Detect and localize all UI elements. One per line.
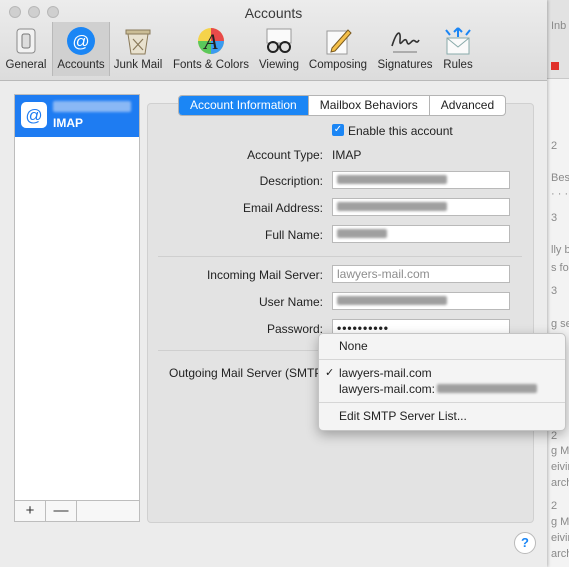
enable-account-label: Enable this account — [348, 124, 453, 138]
glasses-icon — [266, 28, 292, 53]
toolbar-signatures[interactable]: Signatures — [374, 22, 436, 76]
background-text: 2 — [551, 430, 558, 442]
toolbar-composing[interactable]: Composing — [306, 22, 370, 76]
user-name-field[interactable] — [332, 292, 510, 310]
description-field[interactable] — [332, 171, 510, 189]
background-text: Inb — [551, 20, 567, 32]
background-text: lly b — [551, 244, 569, 256]
toolbar-rules[interactable]: Rules — [438, 22, 478, 76]
tab-bar: Account Information Mailbox Behaviors Ad… — [178, 95, 507, 116]
background-text: g Ma — [551, 516, 569, 528]
redacted-text — [337, 202, 447, 212]
redacted-text — [437, 384, 538, 394]
toolbar-label: Composing — [308, 59, 368, 71]
toolbar-label: Signatures — [377, 59, 433, 71]
toolbar-fonts-colors[interactable]: A Fonts & Colors — [169, 22, 253, 76]
accounts-list: @ IMAP — [14, 94, 140, 522]
account-name-redacted — [53, 101, 131, 112]
menu-item-smtp-server[interactable]: lawyers-mail.com — [339, 366, 432, 380]
full-name-label: Full Name: — [264, 228, 323, 242]
menu-item-none[interactable]: None — [339, 339, 368, 353]
menu-item-smtp-server-alt[interactable]: lawyers-mail.com: — [339, 382, 538, 396]
toolbar-accounts[interactable]: @ Accounts — [52, 22, 110, 76]
smtp-server-menu: None ✓ lawyers-mail.com lawyers-mail.com… — [318, 333, 566, 431]
account-panel — [147, 103, 534, 523]
toolbar-label: Accounts — [57, 59, 105, 71]
enable-account-checkbox[interactable]: ✓ — [332, 124, 344, 136]
toolbar-label: Fonts & Colors — [172, 59, 250, 71]
pencil-paper-icon — [326, 29, 352, 55]
svg-text:@: @ — [72, 32, 89, 51]
add-account-button[interactable]: + — [15, 501, 46, 521]
title-bar: Accounts General @ Accounts Junk Mail A … — [0, 0, 547, 81]
tab-mailbox-behaviors[interactable]: Mailbox Behaviors — [309, 96, 430, 115]
background-mail-window: Inb 2 Bes · · · 3 lly b s fo 3 g se 3 2 … — [547, 0, 569, 567]
remove-account-button[interactable]: — — [46, 501, 77, 521]
outgoing-server-label: Outgoing Mail Server (SMTP — [169, 366, 323, 380]
menu-item-edit-smtp-list[interactable]: Edit SMTP Server List... — [339, 409, 467, 423]
svg-text:@: @ — [25, 106, 42, 125]
svg-text:A: A — [202, 29, 218, 54]
divider — [158, 256, 522, 257]
account-type: IMAP — [53, 116, 83, 130]
toolbar-junk-mail[interactable]: Junk Mail — [111, 22, 165, 76]
password-label: Password: — [266, 322, 323, 336]
background-text: eivir — [551, 461, 569, 473]
incoming-server-field[interactable]: lawyers-mail.com — [332, 265, 510, 283]
menu-divider — [319, 359, 565, 360]
background-text: g Ma — [551, 445, 569, 457]
at-sign-icon: @ — [21, 102, 47, 128]
background-text: arch — [551, 477, 569, 489]
background-text: Bes — [551, 172, 569, 184]
toolbar-label: Junk Mail — [113, 59, 163, 71]
redacted-text — [337, 229, 387, 239]
account-item[interactable]: @ IMAP — [15, 95, 139, 137]
background-text: 2 — [551, 140, 558, 152]
account-list-controls: + — — [14, 500, 140, 522]
junk-mail-bin-icon — [125, 29, 151, 55]
email-label: Email Address: — [242, 201, 323, 215]
rules-envelope-icon — [445, 27, 471, 55]
email-field[interactable] — [332, 198, 510, 216]
description-label: Description: — [259, 174, 323, 188]
account-type-label: Account Type: — [247, 148, 323, 162]
redacted-text — [337, 296, 447, 306]
signature-icon — [391, 32, 420, 53]
menu-item-label: lawyers-mail.com: — [339, 382, 436, 396]
account-type-value: IMAP — [332, 148, 362, 162]
menu-divider — [319, 402, 565, 403]
redacted-text — [337, 175, 447, 185]
toolbar-label: Rules — [443, 59, 473, 71]
preferences-window: Accounts General @ Accounts Junk Mail A … — [0, 0, 547, 567]
checkmark-icon: ✓ — [325, 367, 335, 379]
background-text: s fo — [551, 262, 569, 274]
tab-account-information[interactable]: Account Information — [179, 96, 309, 115]
window-title: Accounts — [244, 5, 303, 21]
toolbar-viewing[interactable]: Viewing — [255, 22, 303, 76]
background-text: arch — [551, 548, 569, 560]
background-text: 3 — [551, 285, 558, 297]
background-text: eivir — [551, 532, 569, 544]
help-button[interactable]: ? — [514, 532, 536, 554]
background-text: 3 — [551, 212, 558, 224]
at-sign-icon: @ — [67, 27, 95, 55]
fonts-colors-icon: A — [198, 28, 224, 54]
toolbar-label: Viewing — [258, 59, 300, 71]
tab-advanced[interactable]: Advanced — [430, 96, 505, 115]
background-text: · · · — [551, 188, 569, 200]
toolbar-general[interactable]: General — [2, 22, 50, 76]
flag-icon — [551, 62, 559, 70]
user-name-label: User Name: — [258, 295, 323, 309]
background-text: g se — [551, 318, 569, 330]
toolbar-label: General — [5, 59, 47, 71]
incoming-server-label: Incoming Mail Server: — [206, 268, 323, 282]
full-name-field[interactable] — [332, 225, 510, 243]
general-switch-icon — [16, 28, 36, 54]
background-text: 2 — [551, 500, 558, 512]
